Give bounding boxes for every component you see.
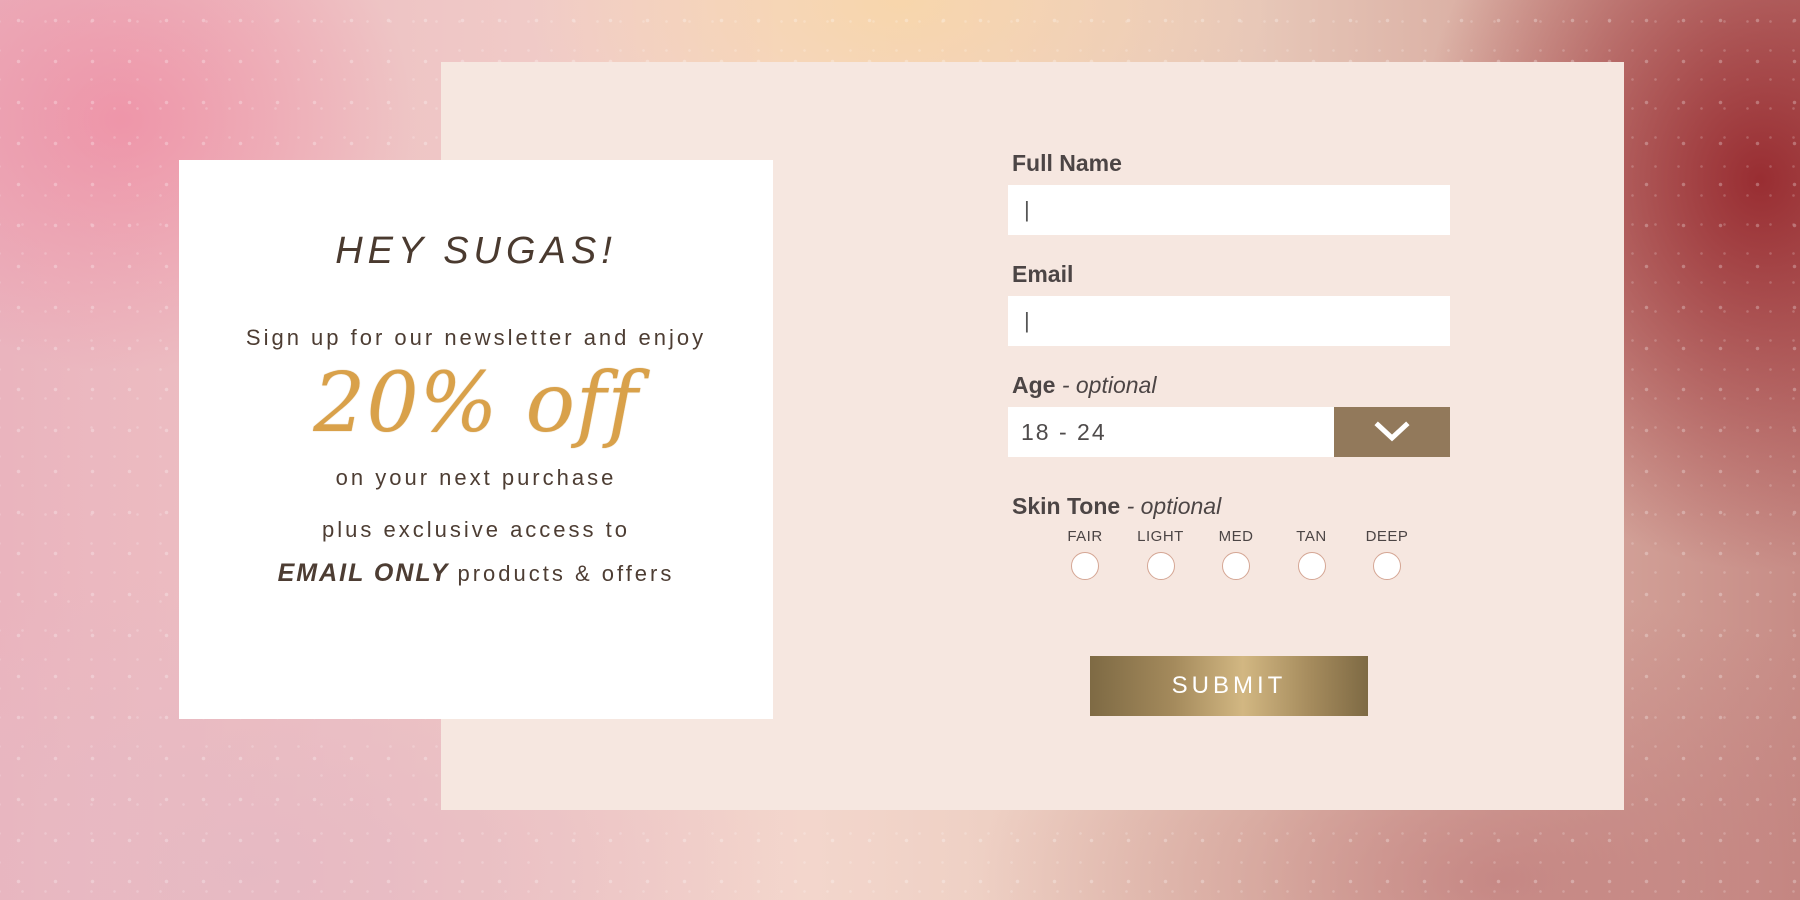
skin-tone-label-deep: DEEP: [1365, 528, 1409, 545]
age-selected-value: 18 - 24: [1021, 419, 1107, 445]
discount-text: 20% off: [313, 356, 639, 451]
skin-tone-label: Skin Tone - optional: [1012, 493, 1450, 520]
skin-tone-radio-deep[interactable]: [1373, 552, 1401, 580]
submit-button[interactable]: SUBMIT: [1090, 656, 1368, 716]
skin-tone-label-light: LIGHT: [1137, 528, 1184, 545]
promo-line-newsletter: Sign up for our newsletter and enjoy: [245, 325, 707, 350]
age-optional-text: - optional: [1061, 372, 1157, 398]
age-select[interactable]: 18 - 24: [1008, 407, 1450, 457]
skin-tone-option-tan: TAN: [1277, 528, 1347, 580]
skin-tone-option-light: LIGHT: [1126, 528, 1196, 580]
skin-tone-label-fair: FAIR: [1067, 528, 1103, 545]
promo-title: HEY SUGAS!: [335, 230, 617, 272]
skin-tone-option-deep: DEEP: [1352, 528, 1422, 580]
promo-card: HEY SUGAS! Sign up for our newsletter an…: [179, 160, 773, 719]
skin-tone-options: FAIR LIGHT MED TAN DEEP: [1050, 528, 1422, 580]
signup-form: Full Name Email Age - optional 18 - 24 S…: [1008, 150, 1450, 580]
promo-line-purchase: on your next purchase: [335, 465, 617, 490]
age-dropdown-button[interactable]: [1334, 407, 1450, 457]
age-label: Age - optional: [1012, 372, 1450, 399]
skin-tone-radio-light[interactable]: [1146, 552, 1175, 580]
skin-tone-radio-med[interactable]: [1222, 552, 1250, 580]
skin-tone-label-med: MED: [1218, 528, 1254, 545]
skin-tone-option-fair: FAIR: [1050, 528, 1120, 580]
chevron-down-icon: [1374, 421, 1410, 442]
email-label: Email: [1012, 261, 1074, 287]
skin-tone-label-text: Skin Tone: [1012, 493, 1121, 519]
email-input[interactable]: [1008, 296, 1450, 346]
offers-text: products & offers: [457, 561, 675, 586]
skin-tone-radio-fair[interactable]: [1071, 552, 1099, 580]
full-name-label: Full Name: [1012, 150, 1122, 176]
age-label-text: Age: [1012, 372, 1056, 398]
full-name-input[interactable]: [1008, 185, 1450, 235]
skin-tone-optional-text: - optional: [1126, 493, 1222, 519]
skin-tone-label-tan: TAN: [1296, 528, 1327, 545]
promo-line-access: plus exclusive access to: [322, 517, 630, 542]
skin-tone-option-med: MED: [1201, 528, 1271, 580]
skin-tone-radio-tan[interactable]: [1297, 552, 1326, 580]
email-only-emphasis: EMAIL ONLY: [277, 559, 450, 587]
promo-line-offers: EMAIL ONLY products & offers: [179, 559, 773, 588]
